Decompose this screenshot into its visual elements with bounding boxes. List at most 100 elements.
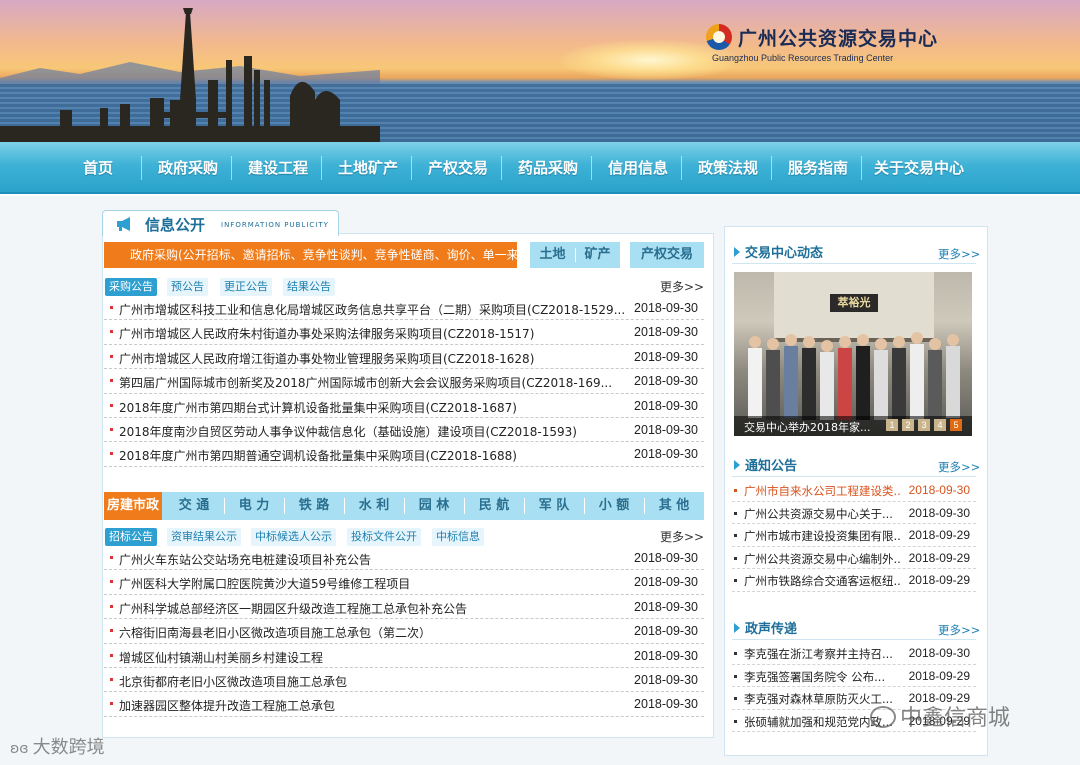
construction-category-bar: 房建市政 交 通 电 力 铁 路 水 利 园 林 民 航 军 队 小 额 其 他 xyxy=(104,492,704,520)
carousel-page-4[interactable]: 4 xyxy=(934,419,946,431)
tab-pre-notice[interactable]: 预公告 xyxy=(167,278,208,296)
item-title[interactable]: 广州市铁路综合交通客运枢纽... xyxy=(744,573,902,589)
item-title[interactable]: 六榕街旧南海县老旧小区微改造项目施工总承包（第二次） xyxy=(119,624,431,641)
item-title[interactable]: 2018年度广州市第四期台式计算机设备批量集中采购项目(CZ2018-1687) xyxy=(119,399,517,416)
item-title[interactable]: 广州市自来水公司工程建设类... xyxy=(744,483,902,499)
nav-construction[interactable]: 建设工程 xyxy=(248,142,308,194)
list-item[interactable]: 六榕街旧南海县老旧小区微改造项目施工总承包（第二次） 2018-09-30 xyxy=(104,619,704,644)
item-title[interactable]: 广州市增城区科技工业和信息化局增城区政务信息共享平台（二期）采购项目(CZ201… xyxy=(119,301,625,318)
item-title[interactable]: 增城区仙村镇潮山村美丽乡村建设工程 xyxy=(119,649,323,666)
list-item[interactable]: 广州市城市建设投资集团有限... 2018-09-29 xyxy=(732,524,976,547)
nav-drug-procurement[interactable]: 药品采购 xyxy=(518,142,578,194)
item-title[interactable]: 广州市城市建设投资集团有限... xyxy=(744,528,902,544)
carousel-page-1[interactable]: 1 xyxy=(886,419,898,431)
list-item[interactable]: 广州科学城总部经济区一期园区升级改造工程施工总承包补充公告 2018-09-30 xyxy=(104,595,704,620)
list-item[interactable]: 广州市增城区人民政府朱村街道办事处采购法律服务采购项目(CZ2018-1517)… xyxy=(104,320,704,345)
item-title[interactable]: 广州公共资源交易中心关于... xyxy=(744,506,902,522)
list-item[interactable]: 北京街都府老旧小区微改造项目施工总承包 2018-09-30 xyxy=(104,668,704,693)
land-button[interactable]: 土地 xyxy=(530,242,575,268)
list-item[interactable]: 2018年度南沙自贸区劳动人事争议仲裁信息化（基础设施）建设项目(CZ2018-… xyxy=(104,418,704,443)
nav-gov-procurement[interactable]: 政府采购 xyxy=(158,142,218,194)
tab-housing-municipal[interactable]: 房建市政 xyxy=(104,492,162,520)
procurement-more-link[interactable]: 更多>> xyxy=(660,278,704,295)
tab-water[interactable]: 水 利 xyxy=(344,492,404,520)
list-item[interactable]: 李克强在浙江考察并主持召... 2018-09-30 xyxy=(732,642,976,665)
list-item[interactable]: 广州公共资源交易中心编制外... 2018-09-29 xyxy=(732,547,976,570)
nav-credit-info[interactable]: 信用信息 xyxy=(608,142,668,194)
tab-garden[interactable]: 园 林 xyxy=(404,492,464,520)
construction-subtabs: 招标公告 资审结果公示 中标候选人公示 投标文件公开 中标信息 xyxy=(105,528,705,546)
tab-correction-notice[interactable]: 更正公告 xyxy=(220,278,272,296)
item-title[interactable]: 李克强在浙江考察并主持召... xyxy=(744,646,902,662)
item-title[interactable]: 北京街都府老旧小区微改造项目施工总承包 xyxy=(119,673,347,690)
tab-qualification-result[interactable]: 资审结果公示 xyxy=(167,528,241,546)
tab-transport[interactable]: 交 通 xyxy=(164,492,224,520)
photo-caption[interactable]: 交易中心举办2018年家... xyxy=(744,419,870,435)
carousel-page-3[interactable]: 3 xyxy=(918,419,930,431)
item-title[interactable]: 广州火车东站公交站场充电桩建设项目补充公告 xyxy=(119,551,371,568)
list-item[interactable]: 广州市自来水公司工程建设类... 2018-09-30 xyxy=(732,479,976,502)
item-title[interactable]: 广州市增城区人民政府朱村街道办事处采购法律服务采购项目(CZ2018-1517) xyxy=(119,325,534,342)
item-title[interactable]: 加速器园区整体提升改造工程施工总承包 xyxy=(119,697,335,714)
dynamics-more-link[interactable]: 更多>> xyxy=(938,246,980,262)
gov-news-title: 政声传递 xyxy=(734,618,797,637)
dynamics-title: 交易中心动态 xyxy=(734,242,823,261)
item-title[interactable]: 2018年度南沙自贸区劳动人事争议仲裁信息化（基础设施）建设项目(CZ2018-… xyxy=(119,423,577,440)
news-photo-carousel[interactable]: 萃裕光 交易中心举办2018年家... 1 2 3 4 5 xyxy=(734,272,972,436)
property-trade-button[interactable]: 产权交易 xyxy=(630,242,704,268)
procurement-category[interactable]: 政府采购(公开招标、邀请招标、竞争性谈判、竞争性磋商、询价、单一来源) xyxy=(104,242,535,268)
item-title[interactable]: 广州科学城总部经济区一期园区升级改造工程施工总承包补充公告 xyxy=(119,600,467,617)
item-date: 2018-09-30 xyxy=(908,483,970,497)
list-item[interactable]: 李克强签署国务院令 公布... 2018-09-29 xyxy=(732,665,976,688)
tab-winning-candidates[interactable]: 中标候选人公示 xyxy=(251,528,336,546)
wechat-watermark: 中鑫信商城 xyxy=(870,700,1010,732)
construction-more-link[interactable]: 更多>> xyxy=(660,528,704,545)
tab-winning-info[interactable]: 中标信息 xyxy=(432,528,484,546)
tab-bid-documents[interactable]: 投标文件公开 xyxy=(347,528,421,546)
list-item[interactable]: 广州火车东站公交站场充电桩建设项目补充公告 2018-09-30 xyxy=(104,546,704,571)
item-title[interactable]: 广州公共资源交易中心编制外... xyxy=(744,551,902,567)
item-title[interactable]: 李克强签署国务院令 公布... xyxy=(744,669,902,685)
list-item[interactable]: 广州医科大学附属口腔医院黄沙大道59号维修工程项目 2018-09-30 xyxy=(104,570,704,595)
item-title[interactable]: 2018年度广州市第四期普通空调机设备批量集中采购项目(CZ2018-1688) xyxy=(119,447,517,464)
main-nav: 首页 政府采购 建设工程 土地矿产 产权交易 药品采购 信用信息 政策法规 服务… xyxy=(0,142,1080,194)
logo-subtitle: Guangzhou Public Resources Trading Cente… xyxy=(712,53,894,63)
list-item[interactable]: 广州市增城区人民政府增江街道办事处物业管理服务采购项目(CZ2018-1628)… xyxy=(104,345,704,370)
tab-tender-notice[interactable]: 招标公告 xyxy=(105,528,157,546)
item-title[interactable]: 第四届广州国际城市创新奖及2018广州国际城市创新大会会议服务采购项目(CZ20… xyxy=(119,374,612,391)
tab-small-amount[interactable]: 小 额 xyxy=(584,492,644,520)
list-item[interactable]: 第四届广州国际城市创新奖及2018广州国际城市创新大会会议服务采购项目(CZ20… xyxy=(104,369,704,394)
list-item[interactable]: 加速器园区整体提升改造工程施工总承包 2018-09-30 xyxy=(104,692,704,717)
nav-home[interactable]: 首页 xyxy=(83,142,113,194)
corner-watermark: ʚɞ 大数跨境 xyxy=(10,737,105,758)
carousel-page-5[interactable]: 5 xyxy=(950,419,962,431)
tab-procurement-notice[interactable]: 采购公告 xyxy=(105,278,157,296)
tab-result-notice[interactable]: 结果公告 xyxy=(283,278,335,296)
carousel-page-2[interactable]: 2 xyxy=(902,419,914,431)
building-sign: 萃裕光 xyxy=(830,294,878,312)
list-item[interactable]: 广州公共资源交易中心关于... 2018-09-30 xyxy=(732,502,976,525)
nav-service-guide[interactable]: 服务指南 xyxy=(788,142,848,194)
section-subtitle: INFORMATION PUBLICITY xyxy=(221,221,329,229)
list-item[interactable]: 2018年度广州市第四期普通空调机设备批量集中采购项目(CZ2018-1688)… xyxy=(104,442,704,467)
nav-policy[interactable]: 政策法规 xyxy=(698,142,758,194)
tab-other[interactable]: 其 他 xyxy=(644,492,704,520)
item-title[interactable]: 广州市增城区人民政府增江街道办事处物业管理服务采购项目(CZ2018-1628) xyxy=(119,350,534,367)
list-item[interactable]: 2018年度广州市第四期台式计算机设备批量集中采购项目(CZ2018-1687)… xyxy=(104,394,704,418)
site-logo[interactable]: 广州公共资源交易中心 Guangzhou Public Resources Tr… xyxy=(706,22,937,70)
list-item[interactable]: 广州市铁路综合交通客运枢纽... 2018-09-29 xyxy=(732,569,976,592)
construction-list: 广州火车东站公交站场充电桩建设项目补充公告 2018-09-30 广州医科大学附属… xyxy=(104,546,704,717)
minerals-button[interactable]: 矿产 xyxy=(575,242,620,268)
list-item[interactable]: 增城区仙村镇潮山村美丽乡村建设工程 2018-09-30 xyxy=(104,644,704,668)
tab-aviation[interactable]: 民 航 xyxy=(464,492,524,520)
list-item[interactable]: 广州市增城区科技工业和信息化局增城区政务信息共享平台（二期）采购项目(CZ201… xyxy=(104,296,704,321)
tab-railway[interactable]: 铁 路 xyxy=(284,492,344,520)
nav-land-minerals[interactable]: 土地矿产 xyxy=(338,142,398,194)
tab-power[interactable]: 电 力 xyxy=(224,492,284,520)
notices-more-link[interactable]: 更多>> xyxy=(938,459,980,475)
nav-about[interactable]: 关于交易中心 xyxy=(874,142,964,194)
gov-news-more-link[interactable]: 更多>> xyxy=(938,622,980,638)
nav-property-rights[interactable]: 产权交易 xyxy=(428,142,488,194)
item-title[interactable]: 广州医科大学附属口腔医院黄沙大道59号维修工程项目 xyxy=(119,575,410,592)
tab-military[interactable]: 军 队 xyxy=(524,492,584,520)
